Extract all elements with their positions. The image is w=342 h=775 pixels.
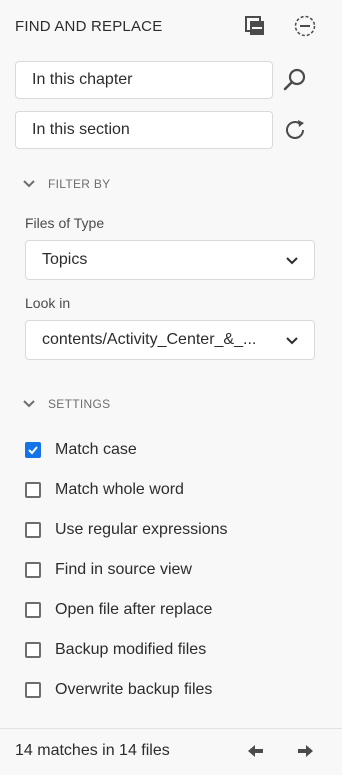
option-label: Backup modified files [55,641,207,658]
match-case-checkbox[interactable] [25,442,41,458]
files-of-type-dropdown[interactable]: Topics [25,240,315,280]
find-input[interactable] [16,71,272,89]
find-field[interactable] [15,61,273,99]
option-label: Find in source view [55,561,192,578]
chevron-down-icon [286,337,298,345]
panel-header: FIND AND REPLACE [0,0,342,54]
open-after-replace-option[interactable]: Open file after replace [25,598,212,622]
overwrite-backup-checkbox[interactable] [25,682,41,698]
option-label: Match whole word [55,481,184,498]
settings-heading: SETTINGS [48,397,111,411]
arrow-left-icon[interactable] [245,740,267,762]
overwrite-backup-option[interactable]: Overwrite backup files [25,678,212,702]
look-in-value: contents/Activity_Center_&_... [42,331,257,348]
find-in-source-option[interactable]: Find in source view [25,558,192,582]
look-in-dropdown[interactable]: contents/Activity_Center_&_... [25,320,315,360]
files-of-type-label: Files of Type [25,215,105,231]
replace-input[interactable] [16,121,272,139]
refresh-icon[interactable] [281,116,309,144]
settings-toggle[interactable]: SETTINGS [22,397,110,411]
use-regex-checkbox[interactable] [25,522,41,538]
panel-title: FIND AND REPLACE [15,18,163,35]
chevron-down-icon [23,400,35,408]
option-label: Open file after replace [55,601,213,618]
files-of-type-value: Topics [42,251,88,268]
open-after-replace-checkbox[interactable] [25,602,41,618]
match-status: 14 matches in 14 files [15,742,170,759]
option-label: Overwrite backup files [55,681,213,698]
match-whole-word-checkbox[interactable] [25,482,41,498]
filter-by-heading: FILTER BY [48,177,111,191]
option-label: Use regular expressions [55,521,228,538]
minus-circle-icon[interactable] [293,14,317,38]
match-case-option[interactable]: Match case [25,438,137,462]
match-whole-word-option[interactable]: Match whole word [25,478,184,502]
find-in-source-checkbox[interactable] [25,562,41,578]
backup-modified-checkbox[interactable] [25,642,41,658]
replace-field[interactable] [15,111,273,149]
chevron-down-icon [286,257,298,265]
backup-modified-option[interactable]: Backup modified files [25,638,206,662]
search-icon[interactable] [281,66,309,94]
look-in-label: Look in [25,295,71,311]
use-regex-option[interactable]: Use regular expressions [25,518,228,542]
panel-footer: 14 matches in 14 files [0,728,342,775]
filter-by-toggle[interactable]: FILTER BY [22,177,111,191]
option-label: Match case [55,441,137,458]
collapse-panel-icon[interactable] [243,14,267,38]
arrow-right-icon[interactable] [294,740,316,762]
chevron-down-icon [23,180,35,188]
